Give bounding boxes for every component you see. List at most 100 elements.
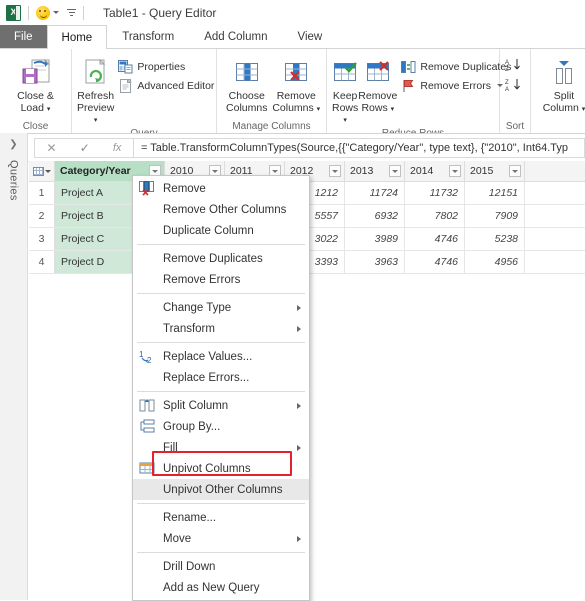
svg-text:A: A bbox=[505, 87, 509, 92]
cell-2014[interactable]: 4746 bbox=[405, 228, 465, 250]
cell-2014[interactable]: 11732 bbox=[405, 182, 465, 204]
properties-button[interactable]: Properties bbox=[114, 57, 218, 76]
tab-file[interactable]: File bbox=[0, 25, 47, 48]
advanced-editor-button[interactable]: Advanced Editor bbox=[114, 76, 218, 95]
ribbon: Close &Load ▾ Close RefreshPreview ▾ bbox=[0, 49, 585, 134]
remove-duplicates-label: Remove Duplicates bbox=[420, 61, 511, 73]
chevron-down-icon[interactable] bbox=[53, 11, 59, 14]
check-icon[interactable]: ✓ bbox=[80, 141, 90, 155]
menu-item-unpivot-columns[interactable]: Unpivot Columns bbox=[133, 458, 309, 479]
menu-item-transform[interactable]: Transform bbox=[133, 318, 309, 339]
divider bbox=[83, 6, 84, 20]
chevron-right-icon bbox=[297, 536, 301, 542]
menu-item-label: Remove Other Columns bbox=[163, 204, 286, 216]
smiley-face-icon[interactable] bbox=[36, 6, 50, 20]
menu-item-label: Transform bbox=[163, 323, 215, 335]
queries-pane-collapsed[interactable]: ❯ Queries bbox=[0, 133, 28, 600]
menu-item-label: Remove Errors bbox=[163, 274, 240, 286]
menu-item-duplicate-column[interactable]: Duplicate Column bbox=[133, 220, 309, 241]
keep-rows-label: KeepRows ▾ bbox=[332, 91, 358, 127]
function-icon[interactable]: fx bbox=[113, 142, 122, 154]
advanced-editor-icon bbox=[118, 78, 133, 93]
menu-item-label: Replace Errors... bbox=[163, 372, 249, 384]
remove-columns-button[interactable]: RemoveColumns ▾ bbox=[272, 54, 322, 115]
ribbon-group-label-manage-columns: Manage Columns bbox=[217, 120, 326, 133]
chevron-right-icon[interactable]: ❯ bbox=[9, 139, 17, 150]
menu-item-move[interactable]: Move bbox=[133, 528, 309, 549]
menu-item-label: Move bbox=[163, 533, 191, 545]
ribbon-group-label-sort: Sort bbox=[500, 120, 530, 133]
customize-quick-access-toolbar-icon[interactable] bbox=[67, 9, 76, 16]
cell-2013[interactable]: 11724 bbox=[345, 182, 405, 204]
keep-rows-icon bbox=[332, 56, 358, 90]
excel-icon: X bbox=[6, 5, 21, 21]
select-all-cell[interactable] bbox=[29, 161, 55, 181]
properties-label: Properties bbox=[137, 61, 185, 73]
remove-columns-icon bbox=[282, 56, 310, 90]
cell-2015[interactable]: 5238 bbox=[465, 228, 525, 250]
menu-item-split-column[interactable]: Split Column bbox=[133, 395, 309, 416]
menu-item-drill-down[interactable]: Drill Down bbox=[133, 556, 309, 577]
refresh-preview-button[interactable]: RefreshPreview ▾ bbox=[77, 54, 114, 127]
formula-input[interactable]: = Table.TransformColumnTypes(Source,{{"C… bbox=[134, 138, 585, 158]
cell-2014[interactable]: 7802 bbox=[405, 205, 465, 227]
menu-item-replace-values[interactable]: 1 2 Replace Values... bbox=[133, 346, 309, 367]
remove-rows-button[interactable]: RemoveRows ▾ bbox=[358, 54, 397, 115]
chevron-down-icon[interactable] bbox=[45, 170, 51, 173]
column-filter-button[interactable] bbox=[509, 165, 521, 177]
remove-errors-button[interactable]: Remove Errors bbox=[397, 76, 515, 95]
remove-duplicates-button[interactable]: Remove Duplicates bbox=[397, 57, 515, 76]
menu-item-add-as-new-query[interactable]: Add as New Query bbox=[133, 577, 309, 598]
ribbon-group-split-column: SplitColumn ▾ bbox=[531, 49, 585, 133]
column-filter-button[interactable] bbox=[449, 165, 461, 177]
svg-text:Z: Z bbox=[505, 80, 509, 86]
cell-2013[interactable]: 3989 bbox=[345, 228, 405, 250]
menu-item-fill[interactable]: Fill bbox=[133, 437, 309, 458]
split-column-button[interactable]: SplitColumn ▾ bbox=[536, 54, 585, 115]
menu-item-label: Replace Values... bbox=[163, 351, 252, 363]
tab-view[interactable]: View bbox=[283, 25, 338, 48]
replace-values-icon: 1 2 bbox=[139, 349, 155, 364]
tab-transform[interactable]: Transform bbox=[107, 25, 189, 48]
menu-item-rename[interactable]: Rename... bbox=[133, 507, 309, 528]
menu-item-remove[interactable]: Remove bbox=[133, 178, 309, 199]
split-column-icon bbox=[551, 56, 577, 90]
menu-item-unpivot-other-columns[interactable]: Unpivot Other Columns bbox=[133, 479, 309, 500]
cell-2014[interactable]: 4746 bbox=[405, 251, 465, 273]
queries-pane-label: Queries bbox=[8, 160, 20, 201]
menu-item-remove-errors[interactable]: Remove Errors bbox=[133, 269, 309, 290]
tab-add-column[interactable]: Add Column bbox=[189, 25, 282, 48]
menu-item-change-type[interactable]: Change Type bbox=[133, 297, 309, 318]
group-by-icon bbox=[139, 419, 155, 434]
menu-item-replace-errors[interactable]: Replace Errors... bbox=[133, 367, 309, 388]
advanced-editor-label: Advanced Editor bbox=[137, 80, 214, 92]
split-column-icon bbox=[139, 398, 155, 413]
close-icon[interactable]: ✕ bbox=[47, 141, 57, 155]
tab-home[interactable]: Home bbox=[47, 25, 108, 49]
row-index: 4 bbox=[29, 251, 55, 273]
sort-descending-icon[interactable]: Z A bbox=[505, 78, 525, 92]
keep-rows-button[interactable]: KeepRows ▾ bbox=[332, 54, 358, 127]
column-header-2013[interactable]: 2013 bbox=[345, 161, 405, 181]
column-header-2014[interactable]: 2014 bbox=[405, 161, 465, 181]
choose-columns-button[interactable]: ChooseColumns bbox=[222, 54, 272, 114]
column-header-2015[interactable]: 2015 bbox=[465, 161, 525, 181]
divider bbox=[28, 6, 29, 20]
unpivot-columns-icon bbox=[139, 461, 155, 476]
cell-2015[interactable]: 7909 bbox=[465, 205, 525, 227]
sort-ascending-icon[interactable]: A Z bbox=[505, 58, 525, 72]
chevron-right-icon bbox=[297, 305, 301, 311]
cell-2013[interactable]: 3963 bbox=[345, 251, 405, 273]
menu-item-remove-other-columns[interactable]: Remove Other Columns bbox=[133, 199, 309, 220]
menu-item-group-by[interactable]: Group By... bbox=[133, 416, 309, 437]
cell-2015[interactable]: 4956 bbox=[465, 251, 525, 273]
menu-item-remove-duplicates[interactable]: Remove Duplicates bbox=[133, 248, 309, 269]
cell-2013[interactable]: 6932 bbox=[345, 205, 405, 227]
column-filter-button[interactable] bbox=[329, 165, 341, 177]
formula-bar: ✕ ✓ fx = Table.TransformColumnTypes(Sour… bbox=[0, 134, 585, 162]
choose-columns-icon bbox=[233, 56, 261, 90]
column-filter-button[interactable] bbox=[389, 165, 401, 177]
cell-2015[interactable]: 12151 bbox=[465, 182, 525, 204]
remove-rows-label: RemoveRows ▾ bbox=[358, 91, 397, 115]
close-and-load-button[interactable]: Close &Load ▾ bbox=[5, 54, 66, 115]
